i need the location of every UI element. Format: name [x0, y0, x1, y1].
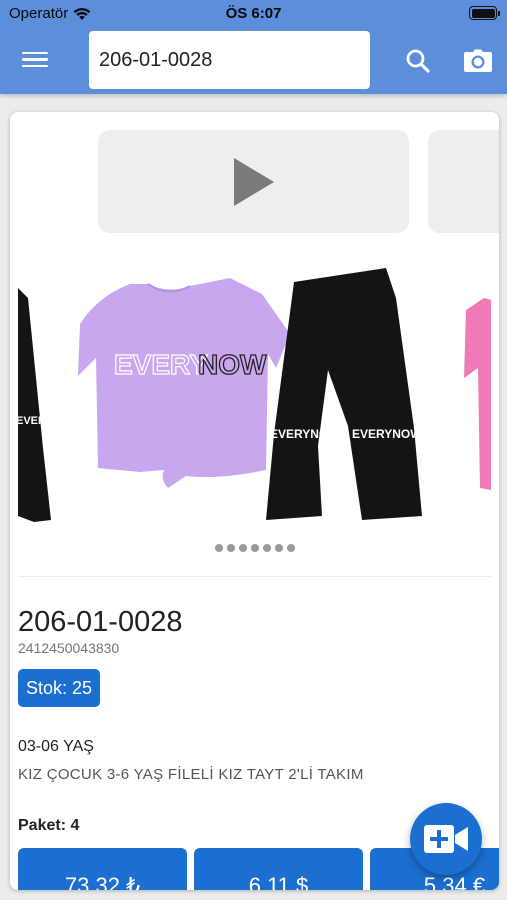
clock: ÖS 6:07 — [225, 5, 282, 22]
menu-button[interactable] — [22, 48, 48, 72]
menu-icon-line — [22, 58, 48, 61]
price-button-try[interactable]: 73,32 ₺ — [18, 848, 187, 890]
product-photo: EVERYNOW EVERY NOW EVERYNOW EVERYNOW — [18, 268, 491, 522]
product-description: KIZ ÇOCUK 3-6 YAŞ FİLELİ KIZ TAYT 2'Lİ T… — [18, 766, 364, 783]
search-button[interactable] — [402, 45, 434, 77]
legging-print: EVERYNOW — [270, 427, 340, 441]
legging-print: EVERYNOW — [18, 415, 80, 427]
search-input[interactable] — [89, 31, 370, 89]
status-bar: Operatör ÖS 6:07 — [0, 0, 507, 28]
price-label: 6,11 $ — [248, 873, 309, 890]
video-thumbnail[interactable] — [428, 130, 499, 233]
price-label: 5,34 € — [423, 873, 486, 890]
app-bar — [0, 28, 507, 94]
product-card: EVERYNOW EVERY NOW EVERYNOW EVERYNOW 206… — [10, 112, 499, 890]
video-plus-icon — [424, 825, 468, 853]
stock-badge: Stok: 25 — [18, 669, 101, 707]
menu-icon-line — [22, 52, 48, 55]
carousel-dot[interactable] — [214, 544, 223, 552]
product-barcode: 2412450043830 — [18, 640, 120, 656]
carousel-dots — [10, 544, 499, 552]
price-button-usd[interactable]: 6,11 $ — [194, 848, 363, 890]
carousel-dot[interactable] — [226, 544, 235, 552]
age-range: 03-06 YAŞ — [18, 738, 94, 755]
camera-button[interactable] — [462, 45, 494, 77]
carousel-dot[interactable] — [238, 544, 247, 552]
product-code: 206-01-0028 — [18, 606, 183, 638]
play-icon — [233, 157, 274, 206]
menu-icon-line — [22, 64, 48, 68]
carousel-dot[interactable] — [274, 544, 283, 552]
shirt-print-accent: NOW — [198, 349, 267, 380]
carousel-dot[interactable] — [262, 544, 271, 552]
camera-icon — [464, 49, 492, 72]
video-thumbnail[interactable] — [98, 130, 409, 233]
carousel-dot[interactable] — [250, 544, 259, 552]
video-list — [10, 130, 499, 233]
battery-icon — [469, 6, 500, 20]
price-label: 73,32 ₺ — [64, 873, 141, 890]
legging-print: EVERYNOW — [352, 427, 422, 441]
add-video-button[interactable] — [410, 803, 482, 875]
divider — [18, 576, 491, 577]
search-icon — [406, 49, 430, 73]
carousel-dot[interactable] — [286, 544, 295, 552]
package-quantity: Paket: 4 — [18, 817, 80, 834]
product-image-carousel[interactable]: EVERYNOW EVERY NOW EVERYNOW EVERYNOW — [18, 258, 491, 530]
shirt-print-main: EVERY — [114, 349, 208, 380]
